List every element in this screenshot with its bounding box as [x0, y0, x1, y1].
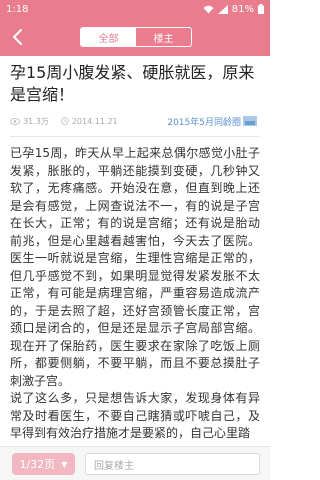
title-divider — [10, 136, 260, 137]
cover-thumbnail-icon — [243, 116, 257, 126]
filter-segmented-control: 全部 楼主 — [80, 27, 192, 47]
wifi-icon — [203, 5, 214, 13]
status-icons: 81% — [203, 4, 264, 15]
nav-bar: 全部 楼主 — [0, 18, 270, 56]
post-content[interactable]: 孕15周小腹发紧、硬胀就医，原来是宫缩！ 31.3万 2014.11.21 20… — [0, 56, 270, 446]
page-indicator: 1/32页 — [19, 458, 56, 471]
reply-input[interactable]: 回复楼主 — [85, 453, 260, 475]
views-count: 31.3万 — [23, 116, 49, 126]
post-body: 已孕15周，昨天从早上起来总偶尔感觉小肚子发紧，胀胀的，平躺还能摸到变硬，几秒钟… — [10, 146, 260, 440]
cover-group-link[interactable]: 2015年5月同龄圈 — [167, 115, 260, 128]
chevron-down-icon: ▼ — [61, 459, 68, 469]
signal-icon — [217, 4, 228, 14]
back-arrow-icon[interactable] — [8, 27, 28, 47]
views-stat: 31.3万 — [10, 116, 49, 127]
tab-op-only[interactable]: 楼主 — [136, 28, 191, 46]
cover-link-label: 2015年5月同龄圈 — [167, 117, 241, 128]
eye-icon — [10, 117, 20, 125]
tab-all[interactable]: 全部 — [81, 28, 136, 46]
battery-percent: 81% — [231, 3, 254, 15]
post-title: 孕15周小腹发紧、硬胀就医，原来是宫缩！ — [10, 63, 255, 104]
page-selector-button[interactable]: 1/32页 ▼ — [12, 453, 75, 475]
status-bar: 1:18 81% — [0, 0, 270, 18]
bottom-toolbar: 1/32页 ▼ 回复楼主 — [0, 446, 270, 480]
clock-icon — [61, 117, 69, 125]
post-date: 2014.11.21 — [71, 116, 118, 126]
status-time: 1:18 — [6, 3, 29, 15]
battery-icon — [258, 4, 264, 14]
post-meta: 31.3万 2014.11.21 2015年5月同龄圈 — [10, 114, 260, 128]
date-stat: 2014.11.21 — [61, 117, 118, 126]
